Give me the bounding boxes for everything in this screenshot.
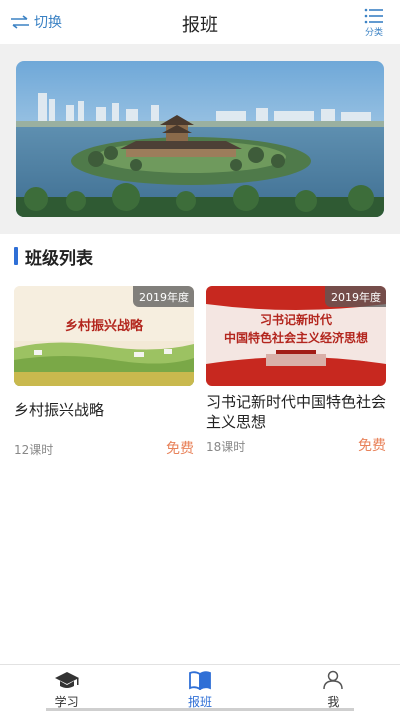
course-title: 习书记新时代中国特色社会主义思想 xyxy=(206,393,387,431)
section-accent-bar xyxy=(14,247,18,265)
banner-image[interactable] xyxy=(16,61,384,217)
course-card[interactable]: 乡村振兴战略 2019年度 乡村振兴战略 12课时 免费 xyxy=(14,286,194,458)
user-icon xyxy=(323,670,344,690)
course-title: 乡村振兴战略 xyxy=(14,401,105,419)
banner-scene xyxy=(16,61,384,217)
section-title: 班级列表 xyxy=(25,248,93,269)
bottom-tab-bar: 学习 报班 我 xyxy=(0,664,400,711)
category-label: 分类 xyxy=(364,28,383,38)
thumbnail-caption: 乡村振兴战略 xyxy=(65,318,144,334)
price-label: 免费 xyxy=(166,441,194,457)
course-thumbnail: 习书记新时代 中国特色社会主义经济思想 2019年度 xyxy=(206,286,386,386)
section-header: 班级列表 xyxy=(14,245,93,269)
tab-me[interactable]: 我 xyxy=(267,665,400,711)
tab-enroll[interactable]: 报班 xyxy=(133,665,266,711)
category-button[interactable]: 分类 xyxy=(362,8,386,38)
thumbnail-caption-line2: 中国特色社会主义经济思想 xyxy=(224,330,368,345)
lesson-count: 18课时 xyxy=(206,440,246,454)
top-bar: 切换 报班 分类 xyxy=(0,0,400,44)
banner-area xyxy=(0,44,400,234)
page-title: 报班 xyxy=(182,15,218,36)
year-badge: 2019年度 xyxy=(325,286,386,307)
book-icon xyxy=(189,671,211,690)
list-icon xyxy=(364,8,383,24)
tab-study[interactable]: 学习 xyxy=(0,665,133,711)
course-thumbnail: 乡村振兴战略 2019年度 xyxy=(14,286,194,386)
graduation-cap-icon xyxy=(54,672,79,688)
thumbnail-caption-line1: 习书记新时代 xyxy=(260,312,332,327)
year-badge: 2019年度 xyxy=(133,286,194,307)
price-label: 免费 xyxy=(358,438,386,454)
course-card[interactable]: 习书记新时代 中国特色社会主义经济思想 2019年度 习书记新时代中国特色社会主… xyxy=(206,286,386,455)
lesson-count: 12课时 xyxy=(14,443,54,457)
